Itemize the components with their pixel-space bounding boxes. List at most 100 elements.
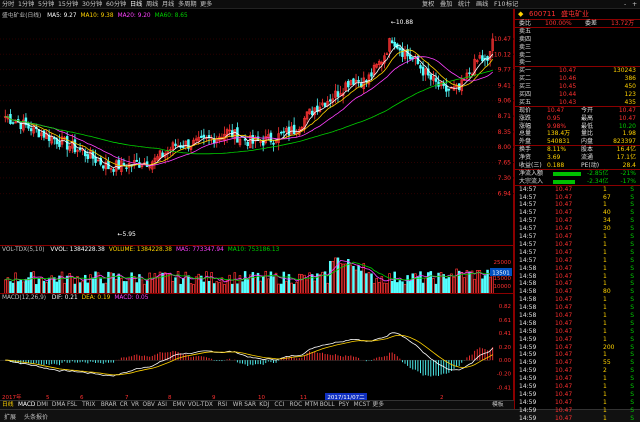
volume-bar bbox=[156, 276, 159, 294]
stat-label: 今开 bbox=[581, 106, 594, 114]
tick-volume: 1 bbox=[603, 327, 607, 335]
stat-label: 现价 bbox=[519, 106, 532, 114]
tick-side: S bbox=[630, 193, 634, 201]
volume-bar bbox=[40, 276, 43, 294]
toolbar-right-2[interactable]: 统计 bbox=[458, 0, 470, 9]
volume-axis-label: 25000 bbox=[494, 260, 512, 266]
tick-price: 10.47 bbox=[555, 319, 573, 327]
volume-axis-label: 10000 bbox=[494, 284, 512, 290]
stat-row: 现价 10.47 今开 10.47 bbox=[515, 107, 640, 115]
tick-row: 14:58 10.47 1 S bbox=[515, 328, 640, 336]
tick-price: 10.47 bbox=[555, 225, 573, 233]
period-tab-6[interactable]: 日线 bbox=[130, 0, 142, 9]
tick-row: 14:58 10.47 1 S bbox=[515, 296, 640, 304]
tick-volume: 1 bbox=[603, 185, 607, 193]
toolbar-right-0[interactable]: 复权 bbox=[422, 0, 434, 9]
toolbar-right-4[interactable]: F10 bbox=[494, 0, 505, 9]
period-tab-3[interactable]: 15分钟 bbox=[58, 0, 78, 9]
volume-chart[interactable]: 1000015000200002500013501 VOL-TDX(5,10) … bbox=[0, 245, 514, 294]
macd-chart[interactable]: 0.82 0.61 0.41 0.20 0.00 -0.20 -0.41 2017年 5 6 7 8 9… bbox=[0, 293, 514, 401]
tick-time: 14:58 bbox=[519, 311, 537, 319]
volume-bar bbox=[140, 279, 144, 294]
order-ratio-row: 委比 100.00% 委差 13.72万 bbox=[515, 20, 640, 28]
volume-bar bbox=[99, 278, 102, 294]
tick-time: 14:57 bbox=[519, 209, 537, 217]
bid-label: 买二 bbox=[519, 75, 532, 83]
volume-bar bbox=[109, 272, 113, 294]
ask-label: 卖五 bbox=[519, 27, 532, 35]
volume-bar bbox=[76, 276, 79, 294]
period-tab-8[interactable]: 月线 bbox=[162, 0, 174, 9]
period-tab-0[interactable]: 分时 bbox=[2, 0, 14, 9]
headline-quote[interactable]: 头条报价 bbox=[24, 412, 48, 421]
tick-volume: 1 bbox=[603, 280, 607, 288]
period-tab-4[interactable]: 30分钟 bbox=[82, 0, 102, 9]
period-tab-1[interactable]: 1分钟 bbox=[18, 0, 34, 9]
tick-time: 14:58 bbox=[519, 280, 537, 288]
tick-volume: 1 bbox=[603, 311, 607, 319]
tick-side: S bbox=[630, 296, 634, 304]
price-axis-label: 9.06 bbox=[498, 98, 512, 105]
tick-side: S bbox=[630, 375, 634, 383]
period-tab-2[interactable]: 5分钟 bbox=[38, 0, 54, 9]
tick-price: 10.47 bbox=[555, 359, 573, 367]
tick-volume: 55 bbox=[603, 359, 611, 367]
bid-row: 买四 10.44 123 bbox=[515, 91, 640, 99]
macd-axis-label: 0.41 bbox=[499, 331, 511, 337]
toolbar-right-5[interactable]: 标记 bbox=[506, 0, 518, 9]
tick-row: 14:57 10.47 1 S bbox=[515, 249, 640, 257]
bid-volume: 450 bbox=[624, 83, 636, 91]
kline-chart[interactable]: 10.47 10.12 9.77 9.41 9.06 8.71 8.35 8.00 7.65 7.… bbox=[0, 9, 514, 245]
high-price-label: ←10.88 bbox=[391, 19, 413, 26]
tick-row: 14:58 10.47 1 S bbox=[515, 320, 640, 328]
kline-svg[interactable]: 10.47 10.12 9.77 9.41 9.06 8.71 8.35 8.00 7.65 7.… bbox=[0, 9, 514, 245]
tick-row: 14:57 10.47 40 S bbox=[515, 209, 640, 217]
candle-body bbox=[336, 91, 340, 97]
volume-bar bbox=[6, 277, 10, 294]
tick-price: 10.47 bbox=[555, 217, 573, 225]
macd-svg[interactable]: 0.820.610.410.200.00-0.20-0.412017年 5 6 7 8 9… bbox=[0, 294, 514, 401]
tick-volume: 1 bbox=[603, 375, 607, 383]
tick-volume: 1 bbox=[603, 414, 607, 422]
tick-side: S bbox=[630, 359, 634, 367]
expand-button[interactable]: 扩展 bbox=[4, 412, 16, 421]
tick-side: S bbox=[630, 225, 634, 233]
toolbar-right-7[interactable]: + bbox=[632, 0, 637, 9]
ma60-line bbox=[5, 69, 493, 155]
tick-side: S bbox=[630, 240, 634, 248]
toolbar-right-3[interactable]: 画线 bbox=[476, 0, 488, 9]
volume-svg[interactable]: 1000015000200002500013501 bbox=[0, 246, 514, 294]
candle-body bbox=[279, 131, 283, 134]
tick-side: S bbox=[630, 304, 634, 312]
volume-bar bbox=[352, 266, 355, 294]
candle-body bbox=[434, 78, 438, 82]
tick-side: S bbox=[630, 248, 634, 256]
tick-row: 14:58 10.47 1 S bbox=[515, 312, 640, 320]
toolbar-right-6[interactable]: - bbox=[624, 0, 626, 9]
tick-row: 14:57 10.47 1 S bbox=[515, 233, 640, 241]
period-tab-9[interactable]: 多周期 bbox=[178, 0, 197, 9]
macd-legend-2: MACD: 0.05 bbox=[114, 295, 149, 301]
volume-legend-0: VVOL: 1384228.38 bbox=[50, 247, 105, 253]
candle-body bbox=[419, 65, 422, 69]
toolbar-right-1[interactable]: 叠加 bbox=[440, 0, 452, 9]
tick-price: 10.47 bbox=[555, 280, 573, 288]
tick-price: 10.47 bbox=[555, 382, 573, 390]
bid-label: 买五 bbox=[519, 98, 532, 106]
tick-volume: 1 bbox=[603, 240, 607, 248]
bid-label: 买四 bbox=[519, 91, 532, 99]
tick-row: 14:57 10.47 1 S bbox=[515, 257, 640, 265]
star-icon[interactable]: ◆ bbox=[518, 9, 523, 20]
tick-row: 14:59 10.47 1 S bbox=[515, 399, 640, 407]
price-axis-label: 10.47 bbox=[494, 36, 511, 43]
candle-body bbox=[112, 169, 115, 172]
tick-side: S bbox=[630, 185, 634, 193]
volume-bar bbox=[205, 271, 208, 294]
ma-legend-container: MA5: 9.27 MA10: 9.38 MA20: 9.20 MA60: 8.65 bbox=[43, 13, 188, 19]
period-tab-10[interactable]: 更多 bbox=[200, 0, 212, 9]
tick-time: 14:58 bbox=[519, 319, 537, 327]
period-tab-7[interactable]: 周线 bbox=[146, 0, 158, 9]
period-tab-5[interactable]: 60分钟 bbox=[106, 0, 126, 9]
tick-time: 14:57 bbox=[519, 201, 537, 209]
volume-bar bbox=[151, 277, 154, 294]
